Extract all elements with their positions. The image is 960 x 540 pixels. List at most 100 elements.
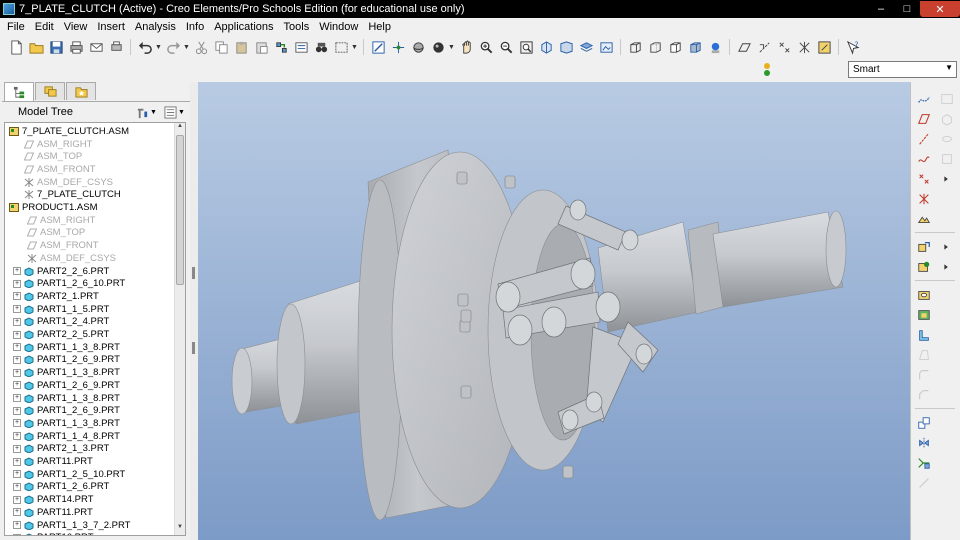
panel-sash[interactable] xyxy=(190,82,198,540)
menu-analysis[interactable]: Analysis xyxy=(130,21,181,33)
menu-applications[interactable]: Applications xyxy=(209,21,278,33)
select-dropdown-icon[interactable]: ▼ xyxy=(351,44,359,51)
tree-item[interactable]: + PART1_1_3_8.PRT xyxy=(13,392,120,405)
redo-dropdown-icon[interactable]: ▼ xyxy=(183,44,191,51)
datum-plane-tool-icon[interactable] xyxy=(915,110,933,128)
menu-insert[interactable]: Insert xyxy=(92,21,130,33)
tree-item[interactable]: + PART1_2_6.PRT xyxy=(13,481,109,494)
expand-plus-icon[interactable]: + xyxy=(13,267,21,276)
layers-icon[interactable] xyxy=(576,37,596,57)
expand-arrow-icon[interactable] xyxy=(938,170,956,188)
undo-dropdown-icon[interactable]: ▼ xyxy=(155,44,163,51)
tree-item[interactable]: + PART1_1_5.PRT xyxy=(13,303,109,316)
maximize-button[interactable]: □ xyxy=(894,1,920,17)
enhanced-realism-icon[interactable] xyxy=(705,37,725,57)
sash-grip-icon[interactable] xyxy=(192,342,195,354)
zoom-in-icon[interactable] xyxy=(476,37,496,57)
select-box-icon[interactable] xyxy=(331,37,351,57)
tree-item[interactable]: + PART1_2_6_10.PRT xyxy=(13,277,125,290)
tree-item[interactable]: + PART1_2_5_10.PRT xyxy=(13,468,125,481)
tree-item[interactable]: + PART2_1_3.PRT xyxy=(13,443,109,456)
expand-plus-icon[interactable]: + xyxy=(13,330,21,339)
assemble-component-icon[interactable] xyxy=(915,238,933,256)
expand-plus-icon[interactable]: + xyxy=(13,521,21,530)
regen-manager-icon[interactable] xyxy=(291,37,311,57)
tree-item[interactable]: + PART2_2_5.PRT xyxy=(13,328,109,341)
tree-item[interactable]: ASM_DEF_CSYS xyxy=(13,176,113,189)
tree-item[interactable]: + PART1_1_4_8.PRT xyxy=(13,430,120,443)
tree-item[interactable]: PRODUCT1.ASM xyxy=(9,201,97,214)
menu-info[interactable]: Info xyxy=(181,21,209,33)
tree-item[interactable]: + PART1_2_6_9.PRT xyxy=(13,354,120,367)
expand-plus-icon[interactable]: + xyxy=(13,381,21,390)
menu-edit[interactable]: Edit xyxy=(30,21,59,33)
expand-plus-icon[interactable]: + xyxy=(13,317,21,326)
selection-filter-select[interactable]: Smart ▼ xyxy=(848,61,957,78)
menu-help[interactable]: Help xyxy=(363,21,396,33)
csys-tool-icon[interactable] xyxy=(915,190,933,208)
new-file-icon[interactable] xyxy=(6,37,26,57)
zoom-out-icon[interactable] xyxy=(496,37,516,57)
menu-file[interactable]: File xyxy=(2,21,30,33)
tree-item[interactable]: 7_PLATE_CLUTCH.ASM xyxy=(9,125,129,138)
refit-icon[interactable] xyxy=(516,37,536,57)
shading-icon[interactable] xyxy=(685,37,705,57)
tree-item[interactable]: + PART1_1_3_7_2.PRT xyxy=(13,519,130,532)
reorient-icon[interactable] xyxy=(536,37,556,57)
repaint-icon[interactable] xyxy=(368,37,388,57)
tree-item[interactable]: + PART1_1_3_8.PRT xyxy=(13,341,120,354)
rib-tool-icon[interactable] xyxy=(915,326,933,344)
tree-item[interactable]: + PART11.PRT xyxy=(13,506,93,519)
regenerate-icon[interactable] xyxy=(271,37,291,57)
expand-plus-icon[interactable]: + xyxy=(13,444,21,453)
expand-plus-icon[interactable]: + xyxy=(13,394,21,403)
expand-plus-icon[interactable]: + xyxy=(13,419,21,428)
tree-item[interactable]: + PART1_1_3_8.PRT xyxy=(13,366,120,379)
save-icon[interactable] xyxy=(46,37,66,57)
datum-axis-tool-icon[interactable] xyxy=(915,130,933,148)
email-icon[interactable] xyxy=(86,37,106,57)
expand-plus-icon[interactable]: + xyxy=(13,355,21,364)
menu-view[interactable]: View xyxy=(59,21,93,33)
tree-item[interactable]: ASM_FRONT xyxy=(26,239,99,252)
merge-tool-icon[interactable] xyxy=(915,454,933,472)
expand-plus-icon[interactable]: + xyxy=(13,457,21,466)
tree-item[interactable]: + PART2_2_6.PRT xyxy=(13,265,109,278)
print-icon[interactable] xyxy=(66,37,86,57)
expand-plus-icon[interactable]: + xyxy=(13,508,21,517)
minimize-button[interactable]: – xyxy=(868,1,894,17)
menu-window[interactable]: Window xyxy=(314,21,363,33)
undo-icon[interactable] xyxy=(135,37,155,57)
datum-point-toggle-icon[interactable] xyxy=(774,37,794,57)
redo-icon[interactable] xyxy=(163,37,183,57)
csys-toggle-icon[interactable] xyxy=(794,37,814,57)
hidden-line-icon[interactable] xyxy=(645,37,665,57)
pan-hand-icon[interactable] xyxy=(456,37,476,57)
scroll-down-icon[interactable]: ▼ xyxy=(175,524,185,535)
find-icon[interactable] xyxy=(311,37,331,57)
tree-item[interactable]: ASM_TOP xyxy=(13,150,82,163)
expand-plus-icon[interactable]: + xyxy=(13,406,21,415)
expand-arrow-icon[interactable] xyxy=(938,258,956,276)
tab-folder-browser[interactable] xyxy=(35,82,65,100)
context-help-icon[interactable]: ? xyxy=(843,37,863,57)
expand-arrow-icon[interactable] xyxy=(938,238,956,256)
display-style-dropdown-icon[interactable]: ▼ xyxy=(448,44,456,51)
datum-point-tool-icon[interactable] xyxy=(915,170,933,188)
hole-tool-icon[interactable] xyxy=(915,286,933,304)
annotation-toggle-icon[interactable] xyxy=(814,37,834,57)
scrollbar-thumb[interactable] xyxy=(176,135,184,285)
copy-icon[interactable] xyxy=(211,37,231,57)
tree-item[interactable]: + PART1_2_6_9.PRT xyxy=(13,404,120,417)
send-print-icon[interactable] xyxy=(106,37,126,57)
create-component-icon[interactable] xyxy=(915,258,933,276)
tab-model-tree[interactable] xyxy=(4,82,34,101)
mirror-tool-icon[interactable] xyxy=(915,434,933,452)
sash-grip-icon[interactable] xyxy=(192,267,195,279)
shell-tool-icon[interactable] xyxy=(915,306,933,324)
expand-plus-icon[interactable]: + xyxy=(13,432,21,441)
tree-item[interactable]: + PART14.PRT xyxy=(13,493,94,506)
tree-item[interactable]: + PART1_2_6_9.PRT xyxy=(13,379,120,392)
no-hidden-icon[interactable] xyxy=(665,37,685,57)
scroll-up-icon[interactable]: ▲ xyxy=(175,123,185,134)
